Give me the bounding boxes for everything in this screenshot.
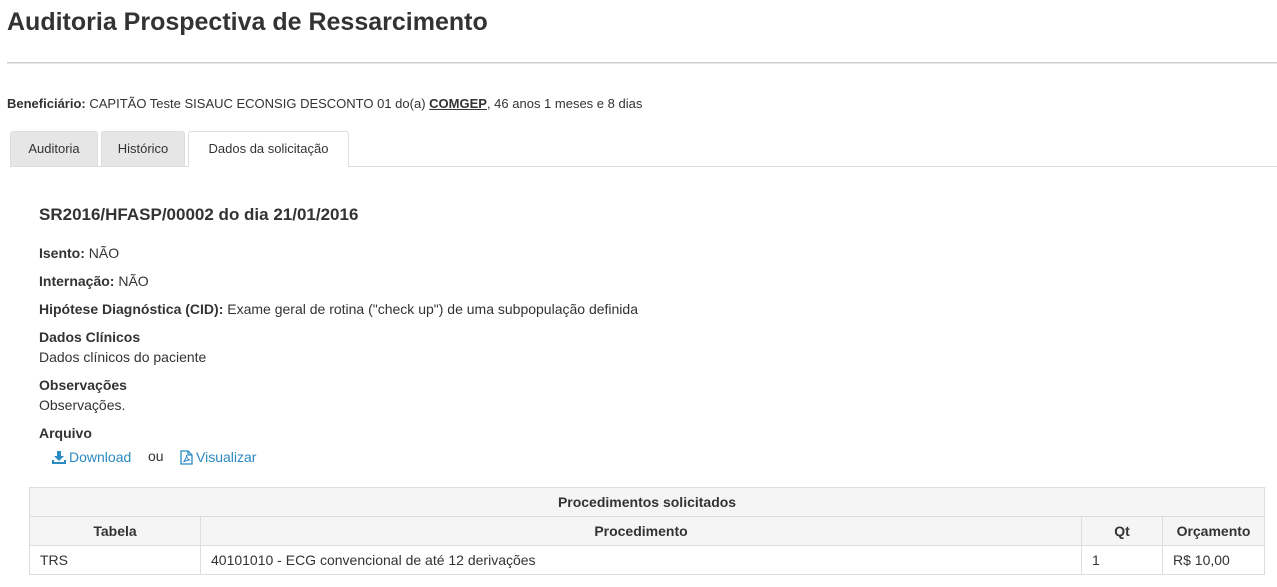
cid-field: Hipótese Diagnóstica (CID): Exame geral … — [39, 301, 638, 317]
table-header-row: Tabela Procedimento Qt Orçamento — [29, 516, 1266, 546]
observations-value: Observações. — [39, 397, 126, 413]
internacao-value: NÃO — [114, 273, 149, 289]
observations-label: Observações — [39, 377, 127, 393]
page-title: Auditoria Prospectiva de Ressarcimento — [7, 8, 488, 36]
clinical-label: Dados Clínicos — [39, 329, 141, 345]
file-label: Arquivo — [39, 425, 92, 441]
beneficiary-info: Beneficiário: CAPITÃO Teste SISAUC ECONS… — [7, 96, 642, 111]
beneficiary-org-link[interactable]: COMGEP — [429, 96, 487, 111]
isento-value: NÃO — [84, 245, 120, 261]
header-orcamento: Orçamento — [1161, 516, 1266, 546]
title-divider — [7, 62, 1277, 64]
or-separator: ou — [148, 448, 164, 464]
header-procedimento: Procedimento — [200, 516, 1082, 546]
cell-tabela: TRS — [29, 545, 201, 575]
tab-historico[interactable]: Histórico — [101, 131, 185, 166]
internacao-label: Internação: — [39, 273, 115, 289]
isento-field: Isento: NÃO — [39, 245, 119, 261]
procedures-table: Procedimentos solicitados Tabela Procedi… — [28, 487, 1266, 575]
cell-procedimento: 40101010 - ECG convencional de até 12 de… — [200, 545, 1082, 575]
internacao-field: Internação: NÃO — [39, 273, 149, 289]
pdf-file-icon — [180, 449, 193, 465]
isento-label: Isento: — [39, 245, 85, 261]
beneficiary-label: Beneficiário: — [7, 96, 86, 111]
tab-auditoria[interactable]: Auditoria — [10, 131, 98, 166]
tab-dados-solicitacao[interactable]: Dados da solicitação — [188, 131, 349, 167]
tab-bar: Auditoria Histórico Dados da solicitação — [10, 131, 1277, 167]
beneficiary-name: CAPITÃO Teste SISAUC ECONSIG DESCONTO 01… — [85, 96, 430, 111]
download-label: Download — [69, 449, 132, 465]
view-link[interactable]: Visualizar — [180, 449, 256, 465]
clinical-value: Dados clínicos do paciente — [39, 349, 207, 365]
request-title: SR2016/HFASP/00002 do dia 21/01/2016 — [39, 205, 359, 224]
view-label: Visualizar — [196, 449, 257, 465]
beneficiary-age: , 46 anos 1 meses e 8 dias — [486, 96, 643, 111]
header-tabela: Tabela — [29, 516, 201, 546]
download-icon — [52, 450, 66, 464]
procedures-caption: Procedimentos solicitados — [28, 487, 1266, 517]
download-link[interactable]: Download — [52, 449, 131, 465]
cell-orcamento: R$ 10,00 — [1161, 545, 1266, 575]
cid-value: Exame geral de rotina ("check up") de um… — [223, 301, 638, 317]
table-row: TRS 40101010 - ECG convencional de até 1… — [29, 545, 1266, 575]
header-qt: Qt — [1081, 516, 1163, 546]
cid-label: Hipótese Diagnóstica (CID): — [39, 301, 224, 317]
cell-qt: 1 — [1081, 545, 1163, 575]
